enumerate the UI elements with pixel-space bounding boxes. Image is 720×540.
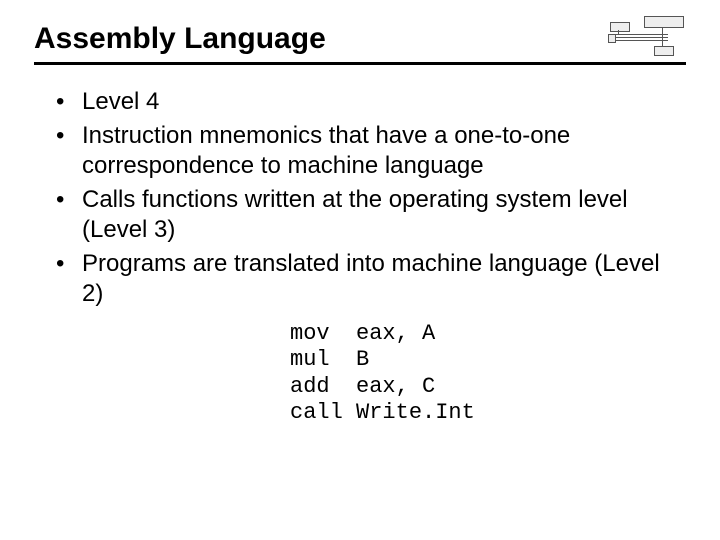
bullet-item: Calls functions written at the operating… xyxy=(56,185,686,245)
bullet-list: Level 4 Instruction mnemonics that have … xyxy=(56,87,686,309)
bullet-item: Programs are translated into machine lan… xyxy=(56,249,686,309)
slide-title: Assembly Language xyxy=(34,22,326,56)
architecture-diagram-icon xyxy=(608,16,686,56)
bullet-item: Level 4 xyxy=(56,87,686,117)
code-sample: mov eax, A mul B add eax, C call Write.I… xyxy=(290,321,686,427)
slide-header: Assembly Language xyxy=(34,22,686,65)
slide: Assembly Language Level 4 Instruction mn… xyxy=(0,0,720,540)
bullet-item: Instruction mnemonics that have a one-to… xyxy=(56,121,686,181)
